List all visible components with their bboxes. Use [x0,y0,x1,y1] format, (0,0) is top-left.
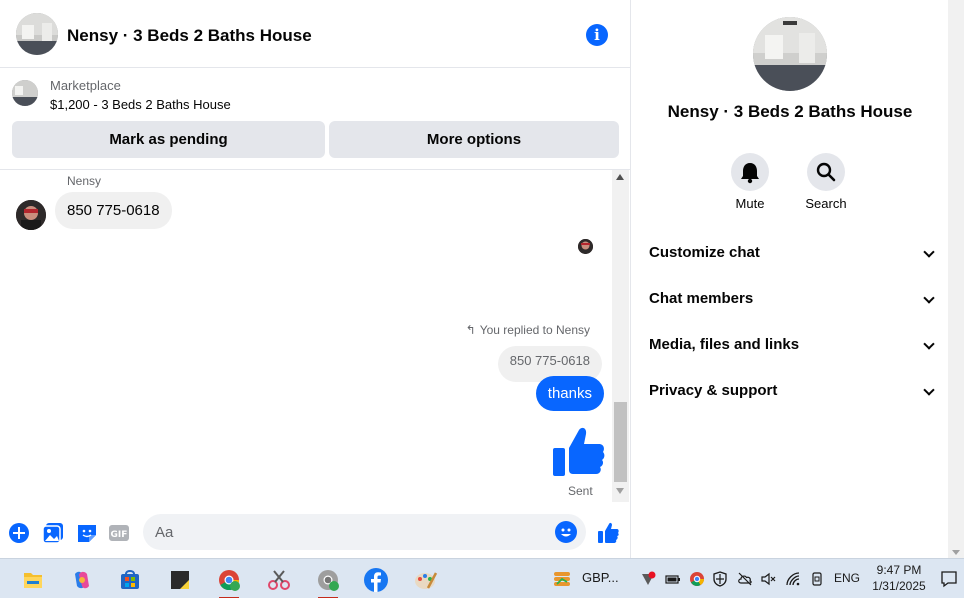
incoming-message[interactable]: 850 775-0618 [55,192,172,229]
chrome-tray-icon[interactable] [689,571,705,587]
marketplace-label: Marketplace [50,78,121,93]
file-explorer-icon[interactable] [16,563,50,597]
stock-ticker-text[interactable]: GBP... [582,570,619,585]
chevron-down-icon [923,292,935,304]
scroll-down-arrow-icon[interactable] [616,488,624,494]
message-input[interactable] [143,514,586,550]
message-thread: Nensy 850 775-0618 ↰ You replied to Nens… [0,170,612,502]
search-action[interactable]: Search [791,153,861,211]
facebook-icon[interactable] [359,563,393,597]
chat-title[interactable]: Nensy · 3 Beds 2 Baths House [67,26,312,46]
security-alert-icon[interactable] [640,571,656,587]
section-media-files-links[interactable]: Media, files and links [649,326,935,364]
composer: GIF [0,508,631,558]
chat-avatar[interactable] [16,13,58,55]
listing-title[interactable]: $1,200 - 3 Beds 2 Baths House [50,97,231,112]
send-like-icon[interactable] [597,522,619,544]
section-chat-members[interactable]: Chat members [649,280,935,318]
section-customize-chat[interactable]: Customize chat [649,234,935,272]
sticky-notes-icon[interactable] [163,563,197,597]
scroll-up-arrow-icon[interactable] [616,174,624,180]
clock[interactable]: 9:47 PM 1/31/2025 [866,562,932,594]
details-title: Nensy · 3 Beds 2 Baths House [667,102,913,121]
cloud-offline-icon[interactable] [737,571,753,587]
copilot-icon[interactable] [65,563,99,597]
section-label: Privacy & support [649,382,778,399]
windows-taskbar: GBP... ENG 9:47 PM 1/31/2025 [0,558,964,598]
clock-time: 9:47 PM [876,563,922,577]
more-options-button[interactable]: More options [329,121,619,158]
sent-status: Sent [568,484,593,498]
bell-icon [741,163,759,184]
chevron-down-icon [923,384,935,396]
section-label: Media, files and links [649,336,800,353]
wifi-icon[interactable] [785,571,801,587]
thread-scrollbar[interactable] [612,170,629,502]
paint-icon[interactable] [408,563,442,597]
search-label: Search [805,196,847,211]
microsoft-store-icon[interactable] [113,563,147,597]
search-icon [816,162,836,182]
notification-icon[interactable] [940,570,958,588]
mute-button[interactable] [731,153,769,191]
search-button[interactable] [807,153,845,191]
screen: Nensy · 3 Beds 2 Baths House i Marketpla… [0,0,964,598]
mark-as-pending-button[interactable]: Mark as pending [12,121,325,158]
replied-text: You replied to Nensy [479,323,590,337]
chat-panel: Nensy · 3 Beds 2 Baths House i Marketpla… [0,0,631,558]
chrome-icon[interactable] [212,563,246,598]
scroll-down-arrow-icon[interactable] [952,550,960,555]
scroll-thumb[interactable] [614,402,627,482]
gif-label: GIF [111,530,128,540]
conversation-details-panel: Nensy · 3 Beds 2 Baths House Mute Search… [632,0,948,558]
outgoing-message[interactable]: thanks [535,376,604,411]
shield-icon[interactable] [712,571,728,587]
device-icon[interactable] [809,571,825,587]
marketplace-banner: Marketplace $1,200 - 3 Beds 2 Baths Hous… [0,68,631,170]
stock-ticker-icon[interactable] [552,569,572,589]
sender-avatar[interactable] [16,200,46,230]
snipping-tool-icon[interactable] [262,563,296,597]
language-indicator[interactable]: ENG [834,571,860,585]
battery-icon[interactable] [665,571,681,587]
listing-thumbnail[interactable] [12,80,38,106]
gif-icon[interactable]: GIF [108,522,130,544]
plus-circle-icon[interactable] [8,522,30,544]
details-avatar[interactable] [753,17,827,91]
clock-date: 1/31/2025 [872,579,926,593]
seen-indicator-avatar [578,239,593,254]
chat-header: Nensy · 3 Beds 2 Baths House i [0,2,631,68]
section-label: Chat members [649,290,754,307]
chevron-down-icon [923,338,935,350]
section-label: Customize chat [649,244,760,261]
photo-icon[interactable] [42,522,64,544]
mute-action[interactable]: Mute [715,153,785,211]
sender-name: Nensy [67,174,102,188]
section-privacy-support[interactable]: Privacy & support [649,372,935,410]
chevron-down-icon [923,246,935,258]
reply-arrow-icon: ↰ [465,323,476,337]
mute-label: Mute [735,196,765,211]
volume-muted-icon[interactable] [760,571,776,587]
chrome-profile-icon[interactable] [311,563,345,598]
replied-label: ↰ You replied to Nensy [466,323,590,337]
page-scrollbar[interactable] [948,0,964,558]
emoji-icon[interactable] [555,521,577,543]
thumbs-up-icon[interactable] [551,426,605,478]
sticker-icon[interactable] [76,522,98,544]
info-icon[interactable]: i [586,24,608,46]
